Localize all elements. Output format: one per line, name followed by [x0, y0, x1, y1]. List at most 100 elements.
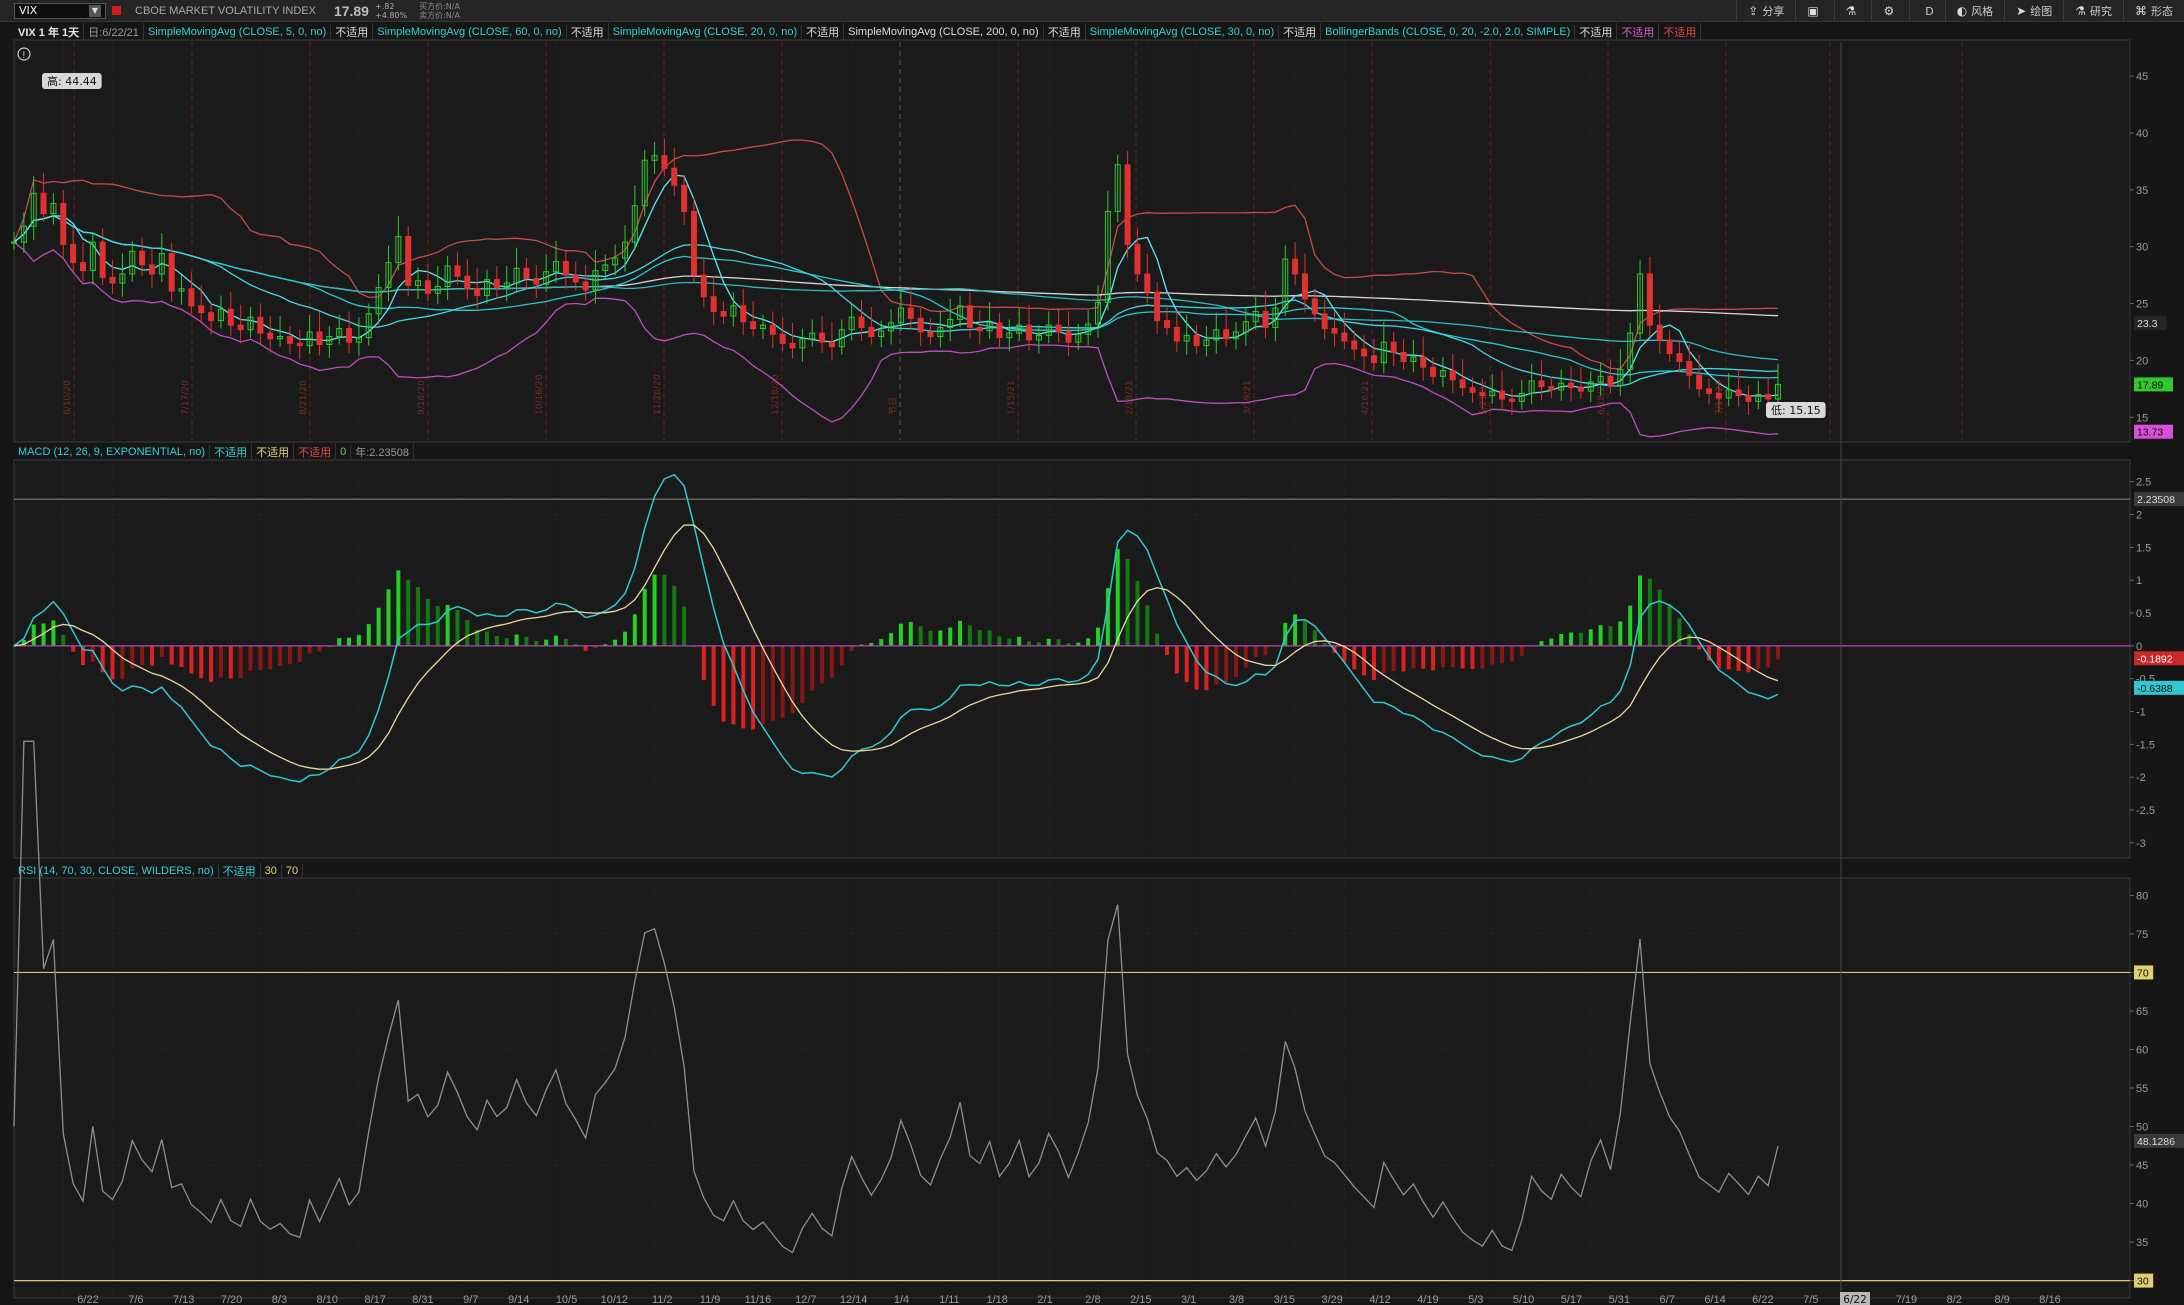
- macd-hist-bar: [1549, 638, 1554, 646]
- candle-body: [966, 305, 973, 328]
- macd-hist-bar: [159, 645, 164, 657]
- macd-hist-bar: [928, 630, 933, 646]
- macd-tick-label: -2: [2136, 772, 2146, 784]
- candle-body: [237, 324, 244, 331]
- macd-hist-bar: [396, 570, 401, 646]
- macd-hist-bar: [1056, 639, 1061, 646]
- macd-hist-bar: [1263, 645, 1268, 656]
- macd-hist-bar: [1559, 633, 1564, 646]
- candle-body: [286, 336, 293, 344]
- candle-body: [1351, 340, 1358, 350]
- price-badge: 23.3: [2137, 318, 2158, 330]
- macd-hist-bar: [1509, 645, 1514, 662]
- macd-badge: -0.1892: [2137, 653, 2173, 665]
- candle-body: [700, 274, 707, 298]
- candle-body: [1193, 334, 1200, 347]
- candle-body: [346, 328, 353, 343]
- candle-body: [1311, 298, 1318, 315]
- x-axis-label: 3/29: [1321, 1294, 1342, 1305]
- chart-canvas[interactable]: 6/10/20 7/17/20 8/21/20 9/18/20 10/16/20 11/2…: [0, 0, 2184, 1305]
- candle-body: [1144, 273, 1151, 293]
- x-axis-label: 2/15: [1130, 1294, 1151, 1305]
- macd-hist-bar: [1647, 578, 1652, 646]
- x-axis-label: 10/12: [601, 1294, 629, 1305]
- macd-hist-bar: [711, 645, 716, 706]
- candle-body: [1430, 366, 1437, 377]
- event-label: 12/18/20: [771, 374, 781, 415]
- candle-body: [917, 317, 924, 333]
- price-tick-label: 25: [2136, 299, 2148, 311]
- macd-hist-bar: [662, 574, 667, 646]
- candle-body: [927, 331, 934, 338]
- x-axis-label: 4/19: [1417, 1294, 1438, 1305]
- macd-hist-bar: [1401, 645, 1406, 672]
- candle-body: [1745, 395, 1752, 402]
- x-axis-label: 12/14: [840, 1294, 868, 1305]
- macd-hist-bar: [839, 645, 844, 666]
- candle-body: [208, 312, 215, 322]
- macd-hist-bar: [287, 645, 292, 665]
- macd-hist-bar: [435, 606, 440, 646]
- candle-body: [493, 279, 500, 289]
- x-axis-label: 5/17: [1561, 1294, 1582, 1305]
- candle-body: [562, 260, 569, 276]
- price-tick-label: 35: [2136, 185, 2148, 197]
- x-axis-label: 1/18: [987, 1294, 1008, 1305]
- x-axis-label: 11/16: [745, 1294, 772, 1305]
- low-label-text: 低: 15.15: [1771, 404, 1821, 417]
- event-label: 3/19/21: [1243, 380, 1253, 415]
- candle-body: [109, 276, 116, 284]
- candle-body: [148, 264, 155, 275]
- candle-body: [139, 250, 146, 266]
- candle-body: [1262, 311, 1269, 328]
- high-label: 高: 44.44: [42, 73, 102, 89]
- x-axis-label: 11/2: [652, 1294, 673, 1305]
- candle-body: [316, 331, 323, 345]
- candle-body: [1765, 394, 1772, 400]
- candle-body: [1341, 332, 1348, 342]
- macd-hist-bar: [632, 614, 637, 646]
- candle-body: [858, 316, 865, 328]
- rsi-tick-label: 75: [2136, 929, 2148, 941]
- macd-hist-bar: [61, 635, 66, 646]
- candle-body: [1026, 324, 1033, 341]
- macd-hist-bar: [386, 589, 391, 646]
- macd-hist-bar: [1766, 645, 1771, 668]
- macd-hist-bar: [179, 645, 184, 668]
- macd-hist-bar: [307, 645, 312, 654]
- macd-panel: [13, 459, 2131, 859]
- macd-hist-bar: [1746, 645, 1751, 673]
- macd-hist-bar: [1027, 641, 1032, 646]
- macd-hist-bar: [1480, 645, 1485, 669]
- macd-tick-label: 1: [2136, 575, 2142, 587]
- macd-hist-bar: [879, 639, 884, 646]
- macd-hist-bar: [1342, 645, 1347, 662]
- candle-body: [1420, 356, 1427, 368]
- candle-body: [464, 275, 471, 290]
- macd-hist-bar: [1293, 614, 1298, 646]
- macd-hist-bar: [71, 645, 76, 652]
- macd-hist-bar: [248, 645, 253, 671]
- candle-body: [1469, 387, 1476, 393]
- macd-hist-bar: [1460, 645, 1465, 669]
- low-label: 低: 15.15: [1766, 402, 1826, 418]
- macd-hist-bar: [1638, 575, 1643, 646]
- macd-hist-bar: [583, 645, 588, 651]
- candle-body: [1361, 348, 1368, 357]
- macd-hist-bar: [1381, 645, 1386, 674]
- macd-hist-bar: [1598, 625, 1603, 646]
- macd-hist-bar: [652, 574, 657, 646]
- candle-body: [1479, 391, 1486, 397]
- rsi-tick-label: 65: [2136, 1006, 2148, 1018]
- x-axis-label: 7/13: [173, 1294, 194, 1305]
- macd-hist-bar: [731, 645, 736, 725]
- candle-body: [454, 265, 461, 277]
- macd-hist-bar: [130, 645, 135, 669]
- macd-hist-bar: [376, 607, 381, 646]
- high-label-text: 高: 44.44: [47, 74, 97, 88]
- macd-hist-bar: [948, 627, 953, 646]
- rsi-tick-label: 60: [2136, 1044, 2148, 1056]
- candle-body: [789, 342, 796, 349]
- candle-body: [405, 235, 412, 286]
- candle-body: [188, 288, 195, 307]
